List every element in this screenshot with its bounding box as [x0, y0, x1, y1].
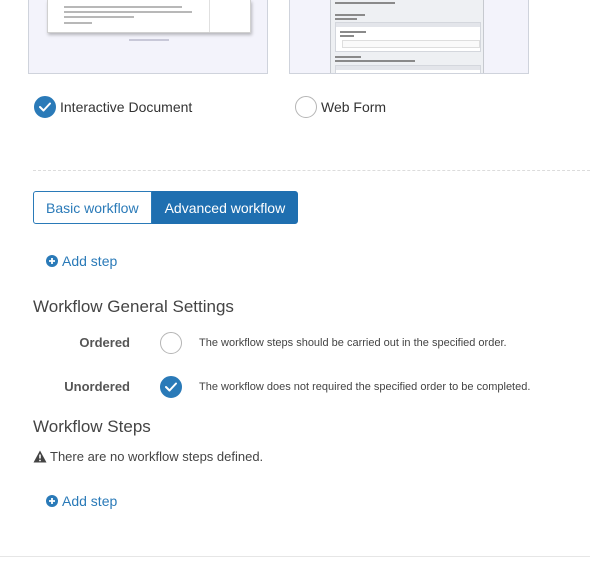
- add-step-button[interactable]: Add step: [46, 493, 117, 509]
- ordered-description: The workflow steps should be carried out…: [199, 337, 507, 349]
- add-step-label: Add step: [62, 253, 118, 269]
- web-form-option[interactable]: Web Form: [295, 96, 386, 118]
- web-form-preview[interactable]: [289, 0, 529, 74]
- bottom-divider: [0, 556, 590, 557]
- workflow-general-settings-heading: Workflow General Settings: [33, 297, 234, 316]
- add-step-label: Add step: [62, 493, 118, 509]
- interactive-document-option[interactable]: Interactive Document: [34, 96, 192, 118]
- add-step-button[interactable]: Add step: [46, 253, 117, 269]
- check-icon: [39, 102, 51, 112]
- advanced-workflow-button[interactable]: Advanced workflow: [151, 191, 299, 224]
- web-form-radio[interactable]: [295, 96, 317, 118]
- workflow-mode-toggle: Basic workflow Advanced workflow: [33, 191, 299, 224]
- web-form-label: Web Form: [321, 99, 387, 115]
- interactive-document-radio[interactable]: [34, 96, 56, 118]
- unordered-radio[interactable]: [160, 376, 182, 398]
- basic-workflow-button[interactable]: Basic workflow: [33, 191, 152, 224]
- workflow-steps-heading: Workflow Steps: [33, 417, 151, 436]
- interactive-document-label: Interactive Document: [60, 99, 193, 115]
- section-divider: [33, 170, 590, 171]
- plus-circle-icon: [46, 255, 58, 267]
- interactive-document-preview[interactable]: [28, 0, 268, 74]
- ordered-label: Ordered: [79, 335, 130, 350]
- ordered-radio[interactable]: [160, 332, 182, 354]
- no-steps-warning: There are no workflow steps defined.: [33, 449, 263, 464]
- document-page-preview: [47, 0, 251, 33]
- check-icon: [165, 382, 177, 392]
- warning-triangle-icon: [33, 450, 47, 463]
- unordered-label: Unordered: [64, 379, 130, 394]
- no-steps-message: There are no workflow steps defined.: [50, 449, 264, 464]
- plus-circle-icon: [46, 495, 58, 507]
- unordered-description: The workflow does not required the speci…: [199, 381, 531, 393]
- form-page-preview: [330, 0, 484, 73]
